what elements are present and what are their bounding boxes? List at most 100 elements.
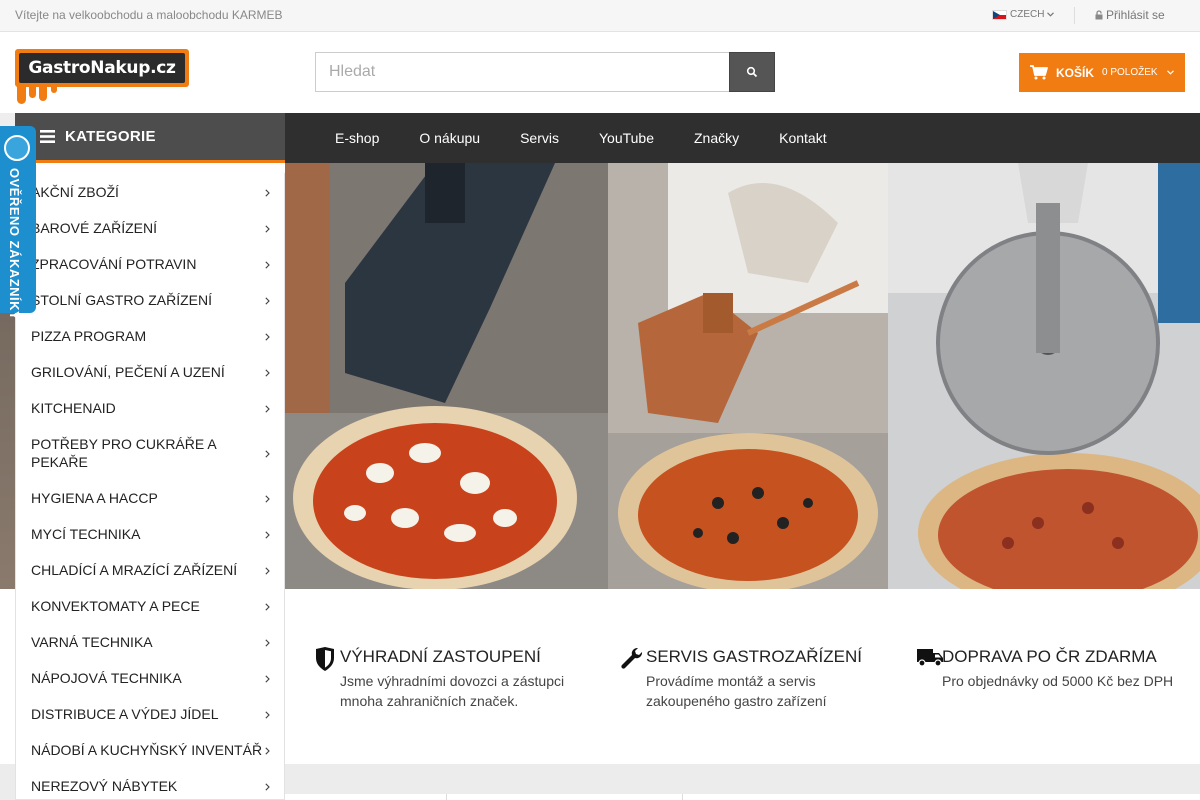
search-input[interactable] [315, 52, 730, 92]
chevron-right-icon [265, 525, 270, 543]
category-item[interactable]: MYCÍ TECHNIKA [16, 525, 284, 543]
chevron-right-icon [265, 219, 270, 237]
verified-customers-badge[interactable]: OVĚŘENO ZÁKAZNÍKY [0, 126, 36, 320]
category-label: KITCHENAID [31, 400, 116, 416]
category-label: GRILOVÁNÍ, PEČENÍ A UZENÍ [31, 364, 225, 380]
category-item[interactable]: NÁDOBÍ A KUCHYŇSKÝ INVENTÁŘ [16, 741, 284, 759]
category-label: AKČNÍ ZBOŽÍ [31, 184, 119, 200]
nav-link-kontakt[interactable]: Kontakt [779, 130, 826, 146]
chevron-right-icon [265, 255, 270, 273]
chevron-right-icon [265, 444, 270, 462]
search-button[interactable] [729, 52, 775, 92]
chevron-right-icon [265, 327, 270, 345]
shield-icon [316, 647, 334, 671]
chevron-down-icon [1166, 70, 1174, 75]
feature-title: VÝHRADNÍ ZASTOUPENÍ [340, 647, 541, 666]
category-item[interactable]: STOLNÍ GASTRO ZAŘÍZENÍ [16, 291, 284, 309]
category-label: MYCÍ TECHNIKA [31, 526, 141, 542]
category-item[interactable]: VARNÁ TECHNIKA [16, 633, 284, 651]
nav-link-eshop[interactable]: E-shop [335, 130, 379, 146]
divider [1074, 7, 1075, 24]
category-item[interactable]: CHLADÍCÍ A MRAZÍCÍ ZAŘÍZENÍ [16, 561, 284, 579]
chevron-right-icon [265, 363, 270, 381]
category-item[interactable]: KONVEKTOMATY A PECE [16, 597, 284, 615]
category-label: PIZZA PROGRAM [31, 328, 147, 344]
category-item[interactable]: NÁPOJOVÁ TECHNIKA [16, 669, 284, 687]
chevron-right-icon [265, 705, 270, 723]
category-item[interactable]: DISTRIBUCE A VÝDEJ JÍDEL [16, 705, 284, 723]
lock-icon [1095, 10, 1103, 20]
cart-count: 0 POLOŽEK [1102, 67, 1158, 78]
chevron-right-icon [265, 741, 270, 759]
welcome-text: Vítejte na velkoobchodu a maloobchodu KA… [15, 8, 283, 22]
login-link[interactable]: Přihlásit se [1095, 8, 1165, 22]
nav-link-znacky[interactable]: Značky [694, 130, 739, 146]
chevron-right-icon [265, 399, 270, 417]
verified-badge-text: OVĚŘENO ZÁKAZNÍKY [7, 168, 22, 321]
verified-seal-icon [4, 135, 30, 161]
hero-panel-oil-can [608, 163, 888, 589]
nav-link-o-nakupu[interactable]: O nákupu [419, 130, 480, 146]
logo-text: GastroNakup.cz [19, 53, 185, 83]
logo-drip [17, 83, 26, 104]
category-item[interactable]: POTŘEBY PRO CUKRÁŘE A PEKAŘE [16, 435, 284, 471]
category-label: VARNÁ TECHNIKA [31, 634, 153, 650]
feature-text: Jsme výhradními dovozci a zástupci mnoha… [340, 673, 565, 709]
nav-link-servis[interactable]: Servis [520, 130, 559, 146]
language-label: CZECH [1010, 9, 1045, 20]
truck-icon [917, 649, 943, 667]
category-label: KONVEKTOMATY A PECE [31, 598, 200, 614]
divider [682, 794, 683, 800]
chevron-right-icon [265, 291, 270, 309]
categories-header[interactable]: KATEGORIE [15, 113, 285, 163]
feature-title: DOPRAVA PO ČR ZDARMA [942, 647, 1157, 666]
site-logo[interactable]: GastroNakup.cz [15, 49, 190, 107]
logo-drip [51, 83, 57, 93]
category-item[interactable]: KITCHENAID [16, 399, 284, 417]
category-item[interactable]: AKČNÍ ZBOŽÍ [16, 183, 284, 201]
category-label: NÁDOBÍ A KUCHYŇSKÝ INVENTÁŘ [31, 742, 263, 758]
feature-title: SERVIS GASTROZAŘÍZENÍ [646, 647, 863, 666]
search-icon [746, 66, 758, 78]
category-item[interactable]: GRILOVÁNÍ, PEČENÍ A UZENÍ [16, 363, 284, 381]
cart-icon [1030, 65, 1048, 80]
category-item[interactable]: ZPRACOVÁNÍ POTRAVIN [16, 255, 284, 273]
nav-link-youtube[interactable]: YouTube [599, 130, 654, 146]
category-item[interactable]: PIZZA PROGRAM [16, 327, 284, 345]
hero-panel-pizza-cutter [888, 163, 1200, 589]
oil-can-illustration [608, 163, 888, 589]
logo-drip [29, 83, 36, 98]
language-selector[interactable]: CZECH [992, 9, 1055, 20]
category-item[interactable]: HYGIENA A HACCP [16, 489, 284, 507]
chevron-right-icon [265, 633, 270, 651]
chevron-right-icon [265, 777, 270, 795]
category-label: CHLADÍCÍ A MRAZÍCÍ ZAŘÍZENÍ [31, 562, 238, 578]
cart-button[interactable]: KOŠÍK 0 POLOŽEK [1019, 53, 1185, 92]
category-label: NÁPOJOVÁ TECHNIKA [31, 670, 182, 686]
category-item[interactable]: NEREZOVÝ NÁBYTEK [16, 777, 284, 795]
category-label: ZPRACOVÁNÍ POTRAVIN [31, 256, 197, 272]
feature-text: Provádíme montáž a servis zakoupeného ga… [646, 673, 827, 709]
category-label: STOLNÍ GASTRO ZAŘÍZENÍ [31, 292, 212, 308]
category-label: NEREZOVÝ NÁBYTEK [31, 778, 178, 794]
categories-title: KATEGORIE [65, 128, 156, 145]
nav-links: E-shop O nákupu Servis YouTube Značky Ko… [315, 113, 847, 163]
login-label: Přihlásit se [1106, 8, 1165, 22]
chevron-right-icon [265, 183, 270, 201]
category-label: BAROVÉ ZAŘÍZENÍ [31, 220, 158, 236]
category-label: DISTRIBUCE A VÝDEJ JÍDEL [31, 706, 219, 722]
chevron-right-icon [265, 489, 270, 507]
chevron-right-icon [265, 597, 270, 615]
hero-banner[interactable] [285, 163, 1200, 589]
chevron-down-icon [1047, 12, 1055, 17]
pizza-peel-illustration [285, 163, 608, 589]
category-label: POTŘEBY PRO CUKRÁŘE A PEKAŘE [31, 436, 216, 470]
menu-icon [40, 130, 55, 143]
main-nav: KATEGORIE E-shop O nákupu Servis YouTube… [0, 113, 1200, 163]
category-item[interactable]: BAROVÉ ZAŘÍZENÍ [16, 219, 284, 237]
pizza-cutter-illustration [888, 163, 1200, 589]
top-bar: Vítejte na velkoobchodu a maloobchodu KA… [0, 0, 1200, 32]
feature-text: Pro objednávky od 5000 Kč bez DPH [942, 673, 1174, 689]
divider [446, 794, 447, 800]
chevron-right-icon [265, 669, 270, 687]
